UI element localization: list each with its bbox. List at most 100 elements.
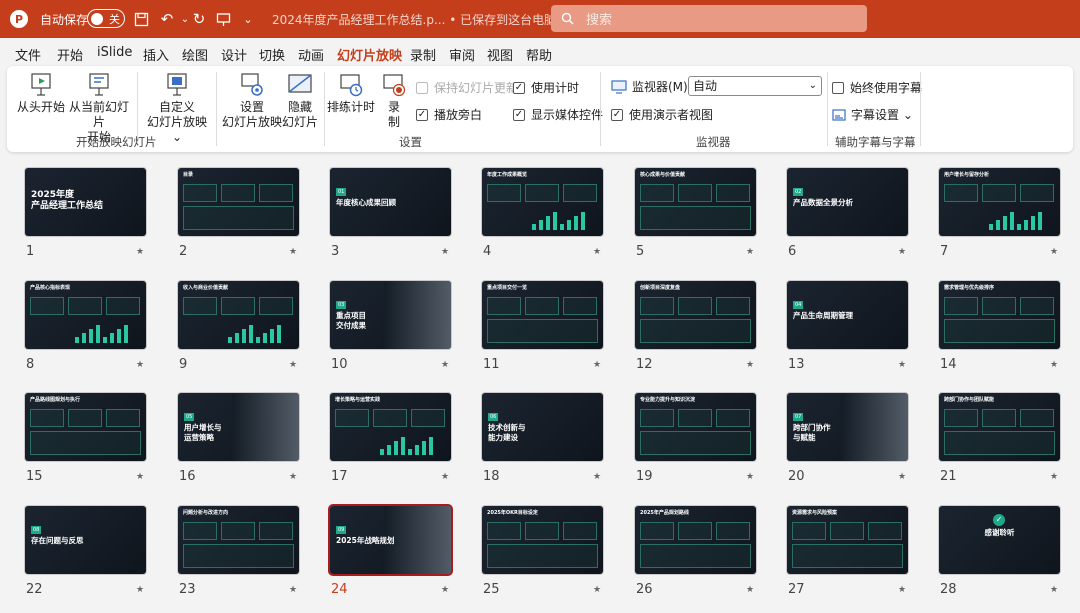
slide-transition-icon[interactable]: ★ xyxy=(289,472,297,482)
slide-thumbnail-4[interactable]: 年度工作成果概览 xyxy=(482,168,603,236)
slide-thumbnail-21[interactable]: 跨部门协作与团队赋能 xyxy=(939,393,1060,461)
slide-card xyxy=(259,522,293,540)
tab-view[interactable]: 视图 xyxy=(487,45,513,64)
slide-transition-icon[interactable]: ★ xyxy=(289,360,297,370)
slide-thumbnail-3[interactable]: 01 年度核心成果回顾 xyxy=(330,168,451,236)
slide-transition-icon[interactable]: ★ xyxy=(746,472,754,482)
slide-thumbnail-18[interactable]: 06 技术创新与 能力建设 xyxy=(482,393,603,461)
present-from-beginning-icon[interactable] xyxy=(213,9,233,29)
presenter-view-checkbox[interactable]: ✓ 使用演示者视图 xyxy=(611,106,713,123)
slide-transition-icon[interactable]: ★ xyxy=(746,360,754,370)
redo-icon[interactable]: ↻ xyxy=(189,9,209,29)
tab-insert[interactable]: 插入 xyxy=(143,45,169,64)
slide-transition-icon[interactable]: ★ xyxy=(593,360,601,370)
slide-thumbnail-20[interactable]: 07 跨部门协作 与赋能 xyxy=(787,393,908,461)
tab-home[interactable]: 开始 xyxy=(57,45,83,64)
use-timings-checkbox[interactable]: ✓ 使用计时 xyxy=(513,79,579,96)
record-button[interactable]: 录 制 xyxy=(379,72,409,130)
slide-thumbnail-2[interactable]: 目录 xyxy=(178,168,299,236)
slide-card xyxy=(563,297,597,315)
show-media-controls-checkbox[interactable]: ✓ 显示媒体控件 xyxy=(513,106,603,123)
slide-title: 感谢聆听 xyxy=(984,528,1015,537)
customize-toolbar-icon[interactable]: ⌄ xyxy=(238,9,258,29)
slide-transition-icon[interactable]: ★ xyxy=(136,360,144,370)
slide-transition-icon[interactable]: ★ xyxy=(898,472,906,482)
slide-thumbnail-23[interactable]: 问题分析与改进方向 xyxy=(178,506,299,574)
slide-transition-icon[interactable]: ★ xyxy=(1050,247,1058,257)
slide-transition-icon[interactable]: ★ xyxy=(441,360,449,370)
slide-thumbnail-26[interactable]: 2025年产品规划路线 xyxy=(635,506,756,574)
slide-thumbnail-8[interactable]: 产品核心指标表现 xyxy=(25,281,146,349)
autosave-toggle[interactable]: 关 xyxy=(87,9,125,28)
subtitle-settings-button[interactable]: 字幕设置 ⌄ xyxy=(832,106,913,123)
slide-transition-icon[interactable]: ★ xyxy=(136,247,144,257)
tab-record[interactable]: 录制 xyxy=(410,45,436,64)
slide-thumbnail-7[interactable]: 用户增长与留存分析 xyxy=(939,168,1060,236)
slide-card xyxy=(221,297,255,315)
slide-thumbnail-14[interactable]: 需求管理与优先级排序 xyxy=(939,281,1060,349)
play-narration-checkbox[interactable]: ✓ 播放旁白 xyxy=(416,106,482,123)
slide-thumbnail-28[interactable]: 感谢聆听 ✓ xyxy=(939,506,1060,574)
keep-slides-updated-checkbox[interactable]: 保持幻灯片更新 xyxy=(416,79,518,96)
tab-design[interactable]: 设计 xyxy=(221,45,247,64)
slide-card xyxy=(640,544,751,568)
save-icon[interactable] xyxy=(131,9,151,29)
slide-transition-icon[interactable]: ★ xyxy=(1050,585,1058,595)
slide-thumbnail-16[interactable]: 05 用户增长与 运营策略 xyxy=(178,393,299,461)
slide-title: 重点项目交付一览 xyxy=(487,285,528,291)
slide-transition-icon[interactable]: ★ xyxy=(593,585,601,595)
slide-thumbnail-5[interactable]: 核心成果与价值贡献 xyxy=(635,168,756,236)
undo-icon[interactable]: ↶ xyxy=(157,9,177,29)
slide-thumbnail-6[interactable]: 02 产品数据全景分析 xyxy=(787,168,908,236)
slide-transition-icon[interactable]: ★ xyxy=(289,585,297,595)
hide-slide-button[interactable]: 隐藏 幻灯片 xyxy=(281,72,319,130)
setup-slide-show-button[interactable]: 设置 幻灯片放映 xyxy=(221,72,283,130)
slide-thumbnail-10[interactable]: 03 重点项目 交付成果 xyxy=(330,281,451,349)
slide-thumbnail-1[interactable]: 2025年度 产品经理工作总结 xyxy=(25,168,146,236)
slide-thumbnail-19[interactable]: 专业能力提升与知识沉淀 xyxy=(635,393,756,461)
tab-islide[interactable]: iSlide xyxy=(97,45,132,60)
slide-transition-icon[interactable]: ★ xyxy=(1050,472,1058,482)
slide-transition-icon[interactable]: ★ xyxy=(136,585,144,595)
tab-slide-show[interactable]: 幻灯片放映 xyxy=(337,45,403,69)
slide-transition-icon[interactable]: ★ xyxy=(289,247,297,257)
slide-card xyxy=(30,431,141,455)
slide-thumbnail-12[interactable]: 创新项目深度复盘 xyxy=(635,281,756,349)
tab-animations[interactable]: 动画 xyxy=(298,45,324,64)
slide-card xyxy=(525,184,559,202)
tab-draw[interactable]: 绘图 xyxy=(182,45,208,64)
search-box[interactable]: 搜索 xyxy=(551,5,867,32)
always-use-subtitles-checkbox[interactable]: 始终使用字幕 xyxy=(832,79,922,96)
slide-transition-icon[interactable]: ★ xyxy=(898,585,906,595)
tab-help[interactable]: 帮助 xyxy=(526,45,552,64)
slide-transition-icon[interactable]: ★ xyxy=(746,247,754,257)
slide-thumbnail-24[interactable]: 09 2025年战略规划 xyxy=(330,506,451,574)
slide-thumbnail-17[interactable]: 增长策略与运营实践 xyxy=(330,393,451,461)
slide-thumbnail-15[interactable]: 产品路线图规划与执行 xyxy=(25,393,146,461)
rehearse-timings-button[interactable]: 排练计时 xyxy=(327,72,375,115)
slide-thumbnail-9[interactable]: 收入与商业价值贡献 xyxy=(178,281,299,349)
slide-chart-bar xyxy=(235,333,239,343)
slide-transition-icon[interactable]: ★ xyxy=(746,585,754,595)
slide-transition-icon[interactable]: ★ xyxy=(1050,360,1058,370)
slide-transition-icon[interactable]: ★ xyxy=(593,472,601,482)
monitor-select[interactable]: 自动 ⌄ xyxy=(688,76,822,96)
slide-transition-icon[interactable]: ★ xyxy=(441,472,449,482)
slide-transition-icon[interactable]: ★ xyxy=(136,472,144,482)
slide-chart-bar xyxy=(408,449,412,455)
from-beginning-button[interactable]: 从头开始 xyxy=(17,72,65,115)
slide-transition-icon[interactable]: ★ xyxy=(441,247,449,257)
tab-file[interactable]: 文件 xyxy=(15,45,41,64)
slide-thumbnail-11[interactable]: 重点项目交付一览 xyxy=(482,281,603,349)
tab-review[interactable]: 审阅 xyxy=(449,45,475,64)
slide-thumbnail-27[interactable]: 资源需求与风险预案 xyxy=(787,506,908,574)
document-title[interactable]: 2024年度产品经理工作总结.p... • 已保存到这台电脑 ⌄ xyxy=(272,11,570,28)
slide-transition-icon[interactable]: ★ xyxy=(898,247,906,257)
slide-thumbnail-13[interactable]: 04 产品生命周期管理 xyxy=(787,281,908,349)
slide-transition-icon[interactable]: ★ xyxy=(898,360,906,370)
tab-transitions[interactable]: 切换 xyxy=(259,45,285,64)
slide-thumbnail-22[interactable]: 08 存在问题与反思 xyxy=(25,506,146,574)
slide-thumbnail-25[interactable]: 2025年OKR目标设定 xyxy=(482,506,603,574)
slide-transition-icon[interactable]: ★ xyxy=(593,247,601,257)
slide-transition-icon[interactable]: ★ xyxy=(441,585,449,595)
